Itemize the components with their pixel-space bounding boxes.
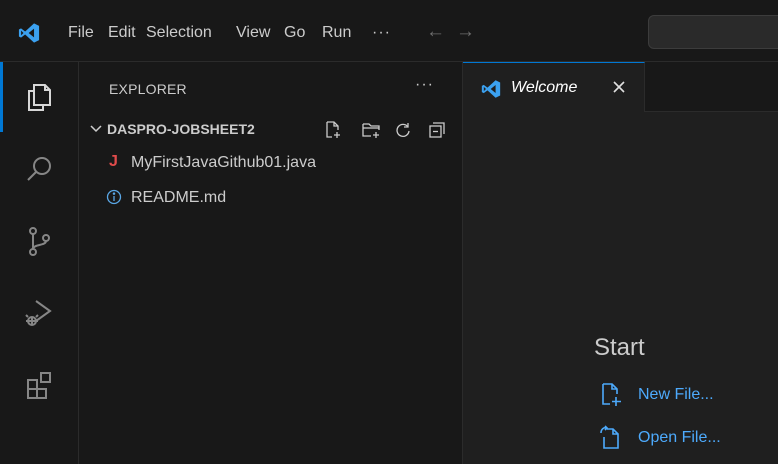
menu-file[interactable]: File — [68, 23, 94, 43]
file-item-label: README.md — [131, 189, 227, 206]
forward-arrow-icon[interactable]: → — [456, 22, 475, 42]
new-file-label: New File... — [638, 386, 714, 403]
info-icon — [106, 189, 122, 205]
source-control-icon[interactable] — [20, 222, 58, 260]
explorer-icon[interactable] — [20, 78, 58, 116]
menu-go[interactable]: Go — [284, 23, 305, 43]
new-file-icon — [602, 383, 621, 406]
back-arrow-icon[interactable]: ← — [426, 22, 445, 42]
menu-edit[interactable]: Edit — [108, 23, 136, 43]
new-file-link[interactable]: New File... — [594, 380, 774, 410]
open-file-link[interactable]: Open File... — [594, 423, 774, 453]
file-item-readme[interactable]: README.md — [79, 185, 463, 211]
close-icon[interactable] — [611, 79, 627, 95]
chevron-down-icon — [90, 125, 102, 133]
workspace-folder-header[interactable]: DASPRO-JOBSHEET2 — [79, 117, 463, 143]
tab-welcome[interactable]: Welcome — [463, 62, 645, 112]
open-file-label: Open File... — [638, 429, 721, 446]
new-folder-icon[interactable] — [361, 120, 381, 140]
sidebar-title: EXPLORER — [109, 81, 187, 97]
start-heading: Start — [594, 334, 645, 361]
menu-selection[interactable]: Selection — [146, 23, 212, 43]
menu-more[interactable]: ··· — [372, 23, 391, 43]
menu-view[interactable]: View — [236, 23, 270, 43]
tab-label: Welcome — [511, 79, 578, 96]
file-item-java[interactable]: J MyFirstJavaGithub01.java — [79, 150, 463, 176]
sidebar-more-actions[interactable]: ··· — [415, 76, 434, 94]
collapse-all-icon[interactable] — [427, 120, 447, 140]
vscode-logo-icon — [481, 80, 501, 98]
extensions-icon[interactable] — [20, 366, 58, 404]
command-center-search[interactable] — [648, 15, 778, 49]
active-view-indicator — [0, 62, 3, 132]
java-file-icon: J — [109, 153, 118, 170]
tab-strip — [645, 62, 778, 112]
explorer-sidebar: EXPLORER ··· DASPRO-JOBSHEET2 J MyFirstJ… — [79, 62, 463, 464]
new-file-icon[interactable] — [323, 120, 343, 140]
search-icon[interactable] — [20, 150, 58, 188]
run-debug-icon[interactable] — [20, 294, 58, 332]
workspace-folder-name: DASPRO-JOBSHEET2 — [107, 121, 255, 137]
vscode-logo-icon[interactable] — [18, 22, 40, 44]
refresh-icon[interactable] — [393, 120, 413, 140]
file-item-label: MyFirstJavaGithub01.java — [131, 154, 316, 171]
open-file-icon — [600, 425, 619, 449]
activity-bar — [0, 62, 79, 464]
title-bar: File Edit Selection View Go Run ··· ← → — [0, 0, 778, 62]
menu-run[interactable]: Run — [322, 23, 351, 43]
editor-area: Welcome Start New File... Open File... — [463, 62, 778, 464]
